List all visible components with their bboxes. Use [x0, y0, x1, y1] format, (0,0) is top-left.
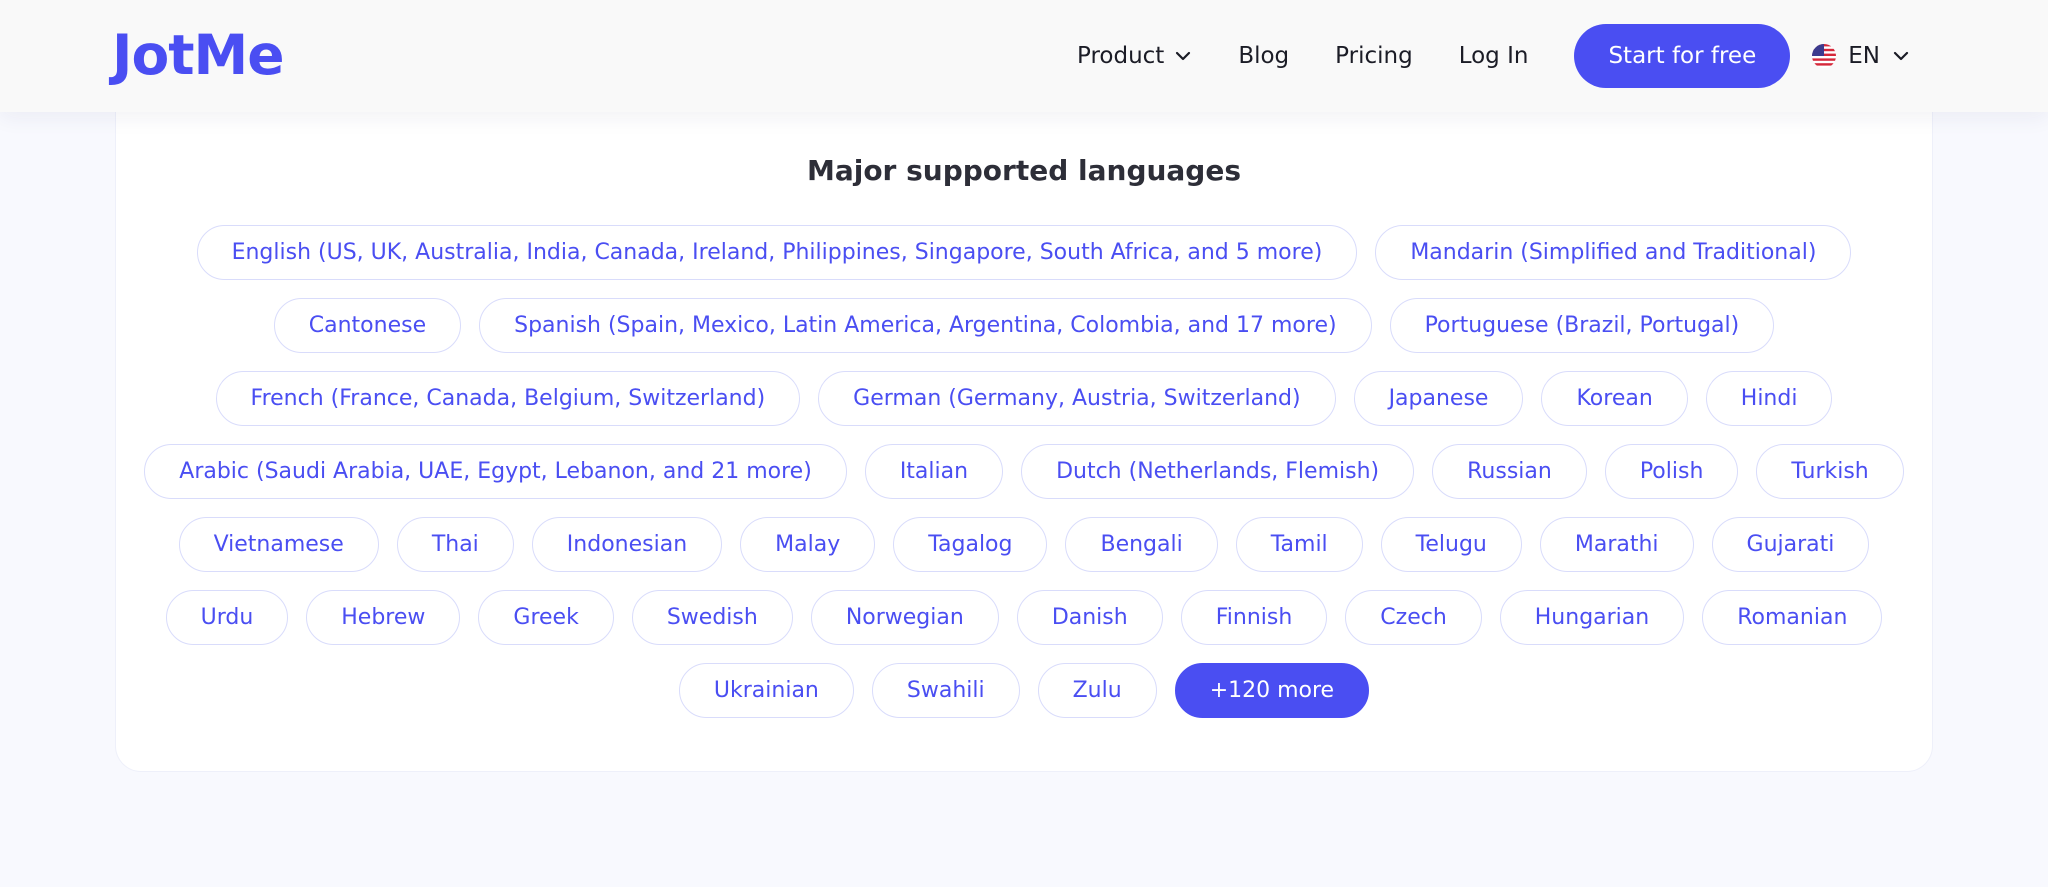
language-chip-row: Vietnamese Thai Indonesian Malay Tagalog Beng…	[156, 517, 1892, 572]
language-chip: Thai	[396, 517, 514, 572]
language-chip: Turkish	[1756, 444, 1904, 499]
logo[interactable]: JotMe	[112, 22, 285, 88]
language-chip-row: English (US, UK, Australia, India, Canad…	[156, 225, 1892, 280]
language-chip: Hindi	[1705, 371, 1833, 426]
language-chip: Japanese	[1353, 371, 1524, 426]
language-chip: English (US, UK, Australia, India, Canad…	[196, 225, 1358, 280]
section-title: Major supported languages	[806, 154, 1242, 187]
nav-pricing[interactable]: Pricing	[1335, 43, 1413, 69]
language-chip: Tagalog	[893, 517, 1048, 572]
language-chip: Urdu	[165, 590, 289, 645]
language-chip: Arabic (Saudi Arabia, UAE, Egypt, Lebano…	[144, 444, 847, 499]
language-chip-row: Urdu Hebrew Greek Swedish Norwegian Danish Fin…	[156, 590, 1892, 645]
language-chip: Gujarati	[1711, 517, 1870, 572]
language-chip: Mandarin (Simplified and Traditional)	[1375, 225, 1852, 280]
language-chip: Ukrainian	[678, 663, 854, 718]
language-chip: Marathi	[1539, 517, 1694, 572]
language-chip: Portuguese (Brazil, Portugal)	[1389, 298, 1775, 353]
nav-product[interactable]: Product	[1077, 43, 1192, 69]
language-selector[interactable]: EN	[1812, 43, 1910, 69]
language-chip: Polish	[1604, 444, 1739, 499]
language-chip: Telugu	[1380, 517, 1522, 572]
language-chip: Bengali	[1065, 517, 1218, 572]
language-chip: Zulu	[1037, 663, 1157, 718]
language-chip: Indonesian	[531, 517, 723, 572]
language-chip: Swahili	[871, 663, 1020, 718]
language-chip: Danish	[1016, 590, 1163, 645]
language-chip: Cantonese	[273, 298, 462, 353]
supported-languages-card: Major supported languages English (US, U…	[115, 112, 1933, 772]
site-header: JotMe Product Blog Pricing Log In Start …	[0, 0, 2048, 112]
nav-login[interactable]: Log In	[1459, 43, 1529, 69]
language-chip: Hungarian	[1499, 590, 1685, 645]
language-chip: Hebrew	[306, 590, 461, 645]
language-chip: Malay	[740, 517, 876, 572]
language-chip: German (Germany, Austria, Switzerland)	[818, 371, 1336, 426]
language-chip-row: Ukrainian Swahili Zulu +120 more	[156, 663, 1892, 718]
language-chip-list: English (US, UK, Australia, India, Canad…	[144, 225, 1904, 736]
language-chip: Korean	[1541, 371, 1688, 426]
language-chip: Greek	[478, 590, 614, 645]
start-for-free-button[interactable]: Start for free	[1574, 24, 1791, 88]
language-chip-row: French (France, Canada, Belgium, Switzer…	[156, 371, 1892, 426]
us-flag-icon	[1812, 44, 1837, 68]
language-chip: Czech	[1345, 590, 1482, 645]
language-chip-row: Arabic (Saudi Arabia, UAE, Egypt, Lebano…	[144, 444, 1904, 499]
main-nav: Product Blog Pricing Log In Start for fr…	[1077, 0, 2048, 112]
language-chip: Italian	[864, 444, 1004, 499]
language-chip: French (France, Canada, Belgium, Switzer…	[215, 371, 801, 426]
more-languages-button[interactable]: +120 more	[1174, 663, 1370, 718]
nav-product-label: Product	[1076, 43, 1165, 69]
language-chip-row: Cantonese Spanish (Spain, Mexico, Latin A…	[156, 298, 1892, 353]
language-chip: Swedish	[631, 590, 793, 645]
language-chip: Finnish	[1180, 590, 1328, 645]
nav-blog[interactable]: Blog	[1238, 43, 1289, 69]
language-chip: Romanian	[1702, 590, 1883, 645]
language-chip: Vietnamese	[178, 517, 379, 572]
chevron-down-icon	[1174, 47, 1192, 65]
language-chip: Spanish (Spain, Mexico, Latin America, A…	[479, 298, 1372, 353]
language-chip: Tamil	[1235, 517, 1363, 572]
chevron-down-icon	[1892, 47, 1910, 65]
language-chip: Dutch (Netherlands, Flemish)	[1021, 444, 1415, 499]
language-chip: Russian	[1432, 444, 1587, 499]
language-chip: Norwegian	[810, 590, 999, 645]
language-code: EN	[1848, 43, 1880, 69]
